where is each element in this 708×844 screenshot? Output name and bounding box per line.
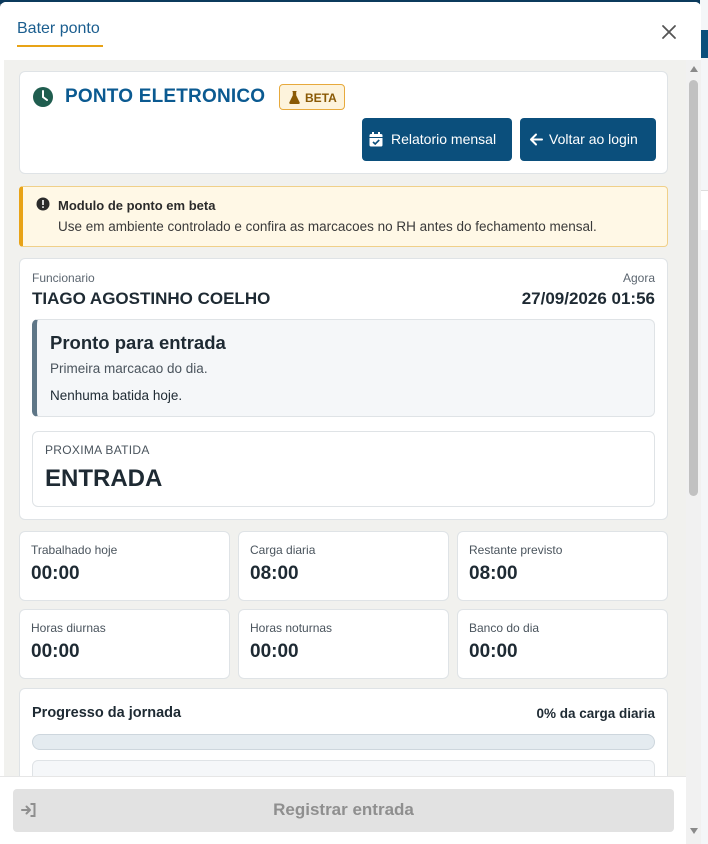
ponto-header-card: PONTO ELETRONICO BETA Relatorio mensal V… (19, 71, 668, 174)
background-right-edge (700, 0, 708, 844)
back-to-login-button[interactable]: Voltar ao login (520, 118, 656, 161)
scroll-up-arrow-icon[interactable] (690, 66, 698, 72)
stat-value: 00:00 (31, 563, 80, 584)
modal-footer: Registrar entrada (0, 776, 686, 844)
arrow-left-icon (530, 133, 543, 146)
beta-warning-alert: Modulo de ponto em beta Use em ambiente … (19, 186, 668, 247)
stat-label: Horas noturnas (250, 621, 333, 635)
status-panel: Pronto para entrada Primeira marcacao do… (32, 319, 655, 417)
employee-card: Funcionario TIAGO AGOSTINHO COELHO Agora… (19, 258, 668, 520)
stat-tile-remaining: Restante previsto 08:00 (457, 531, 668, 601)
page-title: PONTO ELETRONICO (65, 86, 266, 107)
current-datetime: 27/09/2026 01:56 (521, 289, 655, 308)
beta-badge-label: BETA (305, 91, 337, 105)
tab-active-underline (17, 45, 103, 47)
status-title: Pronto para entrada (50, 332, 226, 353)
info-circle-icon (36, 197, 50, 211)
vertical-scrollbar[interactable] (686, 60, 701, 844)
bater-ponto-modal: Bater ponto PONTO ELETRONICO BETA Relato… (0, 2, 701, 844)
employee-label: Funcionario (32, 271, 95, 285)
close-icon (662, 25, 676, 39)
stat-value: 08:00 (469, 563, 518, 584)
progress-details-panel (32, 760, 655, 776)
modal-header: Bater ponto (0, 2, 701, 60)
status-detail: Nenhuma batida hoje. (50, 388, 183, 403)
close-button[interactable] (659, 22, 679, 42)
beta-badge: BETA (279, 84, 345, 110)
stat-value: 00:00 (469, 641, 518, 662)
next-punch-label: PROXIMA BATIDA (45, 443, 150, 457)
status-subtitle: Primeira marcacao do dia. (50, 361, 208, 376)
register-entry-button[interactable]: Registrar entrada (13, 789, 674, 832)
flask-icon (289, 91, 300, 104)
register-entry-label: Registrar entrada (273, 800, 414, 819)
modal-title-tab[interactable]: Bater ponto (17, 20, 100, 38)
progress-percent: 0% da carga diaria (536, 706, 655, 721)
modal-body[interactable]: PONTO ELETRONICO BETA Relatorio mensal V… (4, 60, 686, 776)
alert-text: Use em ambiente controlado e confira as … (58, 219, 597, 234)
stat-label: Carga diaria (250, 543, 316, 557)
back-to-login-label: Voltar ao login (549, 131, 638, 147)
stat-tile-daily-load: Carga diaria 08:00 (238, 531, 449, 601)
monthly-report-button[interactable]: Relatorio mensal (362, 118, 512, 161)
stat-tile-night-hours: Horas noturnas 00:00 (238, 609, 449, 679)
scrollbar-thumb[interactable] (689, 80, 698, 496)
scroll-down-arrow-icon[interactable] (690, 828, 698, 834)
employee-name: TIAGO AGOSTINHO COELHO (32, 289, 271, 308)
stat-label: Horas diurnas (31, 621, 106, 635)
alert-title: Modulo de ponto em beta (58, 198, 216, 213)
stat-label: Banco do dia (469, 621, 540, 635)
now-label: Agora (622, 271, 655, 285)
next-punch-panel: PROXIMA BATIDA ENTRADA (32, 431, 655, 507)
stat-label: Restante previsto (469, 543, 563, 557)
stat-value: 08:00 (250, 563, 299, 584)
stat-label: Trabalhado hoje (31, 543, 118, 557)
progress-title: Progresso da jornada (32, 705, 182, 721)
monthly-report-label: Relatorio mensal (391, 131, 497, 147)
stat-tile-day-hours: Horas diurnas 00:00 (19, 609, 230, 679)
calendar-check-icon (369, 132, 383, 147)
stat-tile-day-bank: Banco do dia 00:00 (457, 609, 668, 679)
clock-icon (33, 87, 53, 107)
stat-tile-worked-today: Trabalhado hoje 00:00 (19, 531, 230, 601)
progress-bar (32, 734, 655, 750)
next-punch-value: ENTRADA (45, 465, 163, 492)
stat-value: 00:00 (250, 641, 299, 662)
workday-progress-card: Progresso da jornada 0% da carga diaria (19, 688, 668, 776)
stat-value: 00:00 (31, 641, 80, 662)
